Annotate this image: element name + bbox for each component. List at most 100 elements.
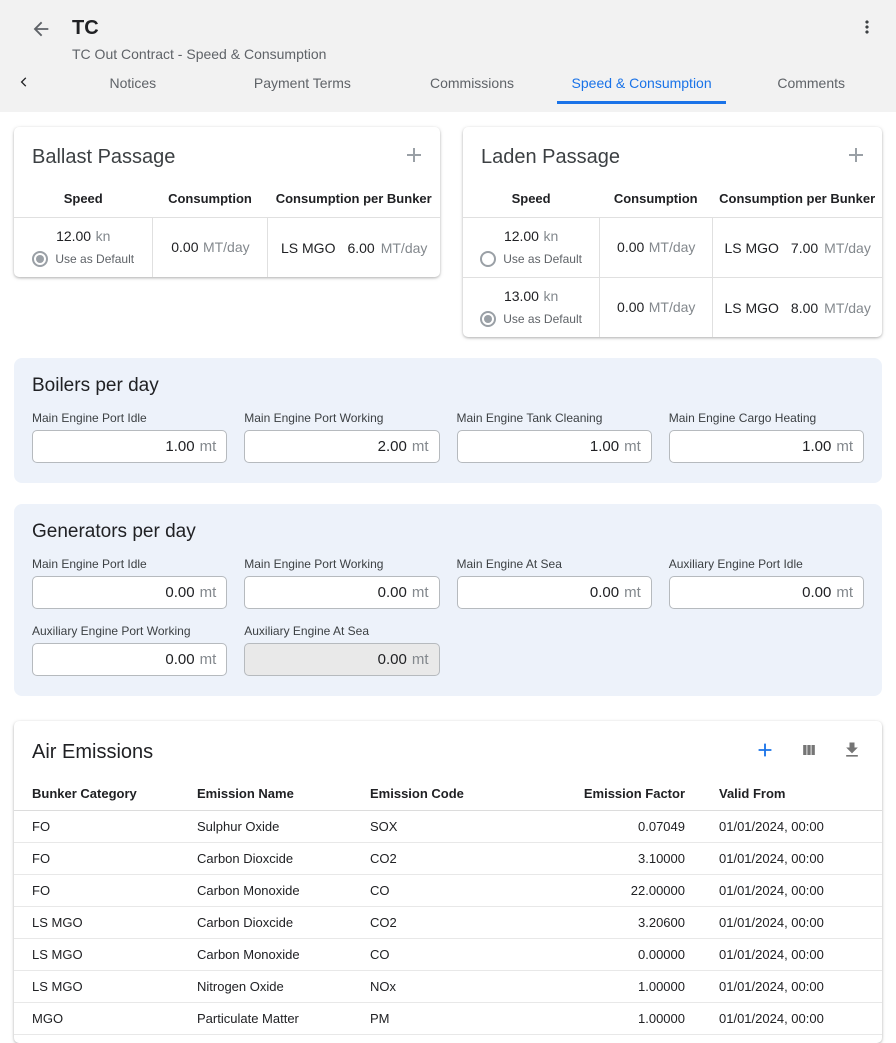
chevron-left-icon — [16, 73, 32, 96]
field-generators-auxiliary-engine-port-idle: Auxiliary Engine Port Idle 0.00 mt — [669, 557, 864, 609]
tab-comments[interactable]: Comments — [726, 64, 896, 104]
bunker-name: LS MGO — [724, 240, 778, 256]
boilers-per-day-section: Boilers per day Main Engine Port Idle 1.… — [14, 358, 882, 483]
add-emission-button[interactable] — [754, 739, 776, 766]
bunker-unit: MT/day — [824, 300, 871, 316]
field-unit: mt — [624, 438, 641, 455]
columns-view-button[interactable] — [799, 740, 819, 765]
tab-scroll-left-button[interactable] — [0, 64, 48, 104]
boilers-main-engine-port-working-input[interactable]: 2.00 mt — [244, 430, 439, 463]
ballast-passage-title: Ballast Passage — [32, 146, 175, 169]
column-header-emission-name: Emission Name — [197, 778, 370, 811]
radio-selected-icon[interactable] — [480, 311, 496, 327]
laden-bunker-cell: LS MGO 7.00 MT/day — [712, 218, 882, 277]
speed-value: 12.00 — [56, 228, 91, 244]
radio-unselected-icon[interactable] — [480, 251, 496, 267]
field-unit: mt — [412, 584, 429, 601]
download-button[interactable] — [842, 740, 862, 765]
field-value: 0.00 — [378, 651, 407, 668]
field-label: Auxiliary Engine At Sea — [244, 624, 439, 638]
boilers-main-engine-port-idle-input[interactable]: 1.00 mt — [32, 430, 227, 463]
emission-row[interactable]: LS MGO Carbon Dioxcide CO2 3.20600 01/01… — [14, 907, 882, 939]
field-label: Auxiliary Engine Port Idle — [669, 557, 864, 571]
emission-code-cell: CO — [370, 939, 550, 971]
use-as-default-label: Use as Default — [503, 252, 582, 266]
use-as-default-option[interactable]: Use as Default — [480, 251, 582, 267]
back-button[interactable] — [28, 18, 54, 44]
field-label: Main Engine Port Idle — [32, 411, 227, 425]
field-boilers-main-engine-port-idle: Main Engine Port Idle 1.00 mt — [32, 411, 227, 463]
generators-auxiliary-engine-port-idle-input[interactable]: 0.00 mt — [669, 576, 864, 609]
title-block: TC TC Out Contract - Speed & Consumption — [72, 16, 326, 62]
radio-selected-icon[interactable] — [32, 251, 48, 267]
laden-add-speed-button[interactable] — [844, 143, 868, 172]
column-header-bunker-category: Bunker Category — [14, 778, 197, 811]
emission-factor-cell: 22.00000 — [550, 875, 685, 907]
field-generators-auxiliary-engine-port-working: Auxiliary Engine Port Working 0.00 mt — [32, 624, 227, 676]
emission-row[interactable]: FO Carbon Dioxcide CO2 3.10000 01/01/202… — [14, 843, 882, 875]
ballast-table-header: Speed Consumption Consumption per Bunker — [14, 178, 440, 217]
emission-row[interactable]: FO Carbon Monoxide CO 22.00000 01/01/202… — [14, 875, 882, 907]
field-generators-main-engine-port-idle: Main Engine Port Idle 0.00 mt — [32, 557, 227, 609]
field-label: Main Engine Tank Cleaning — [457, 411, 652, 425]
use-as-default-label: Use as Default — [55, 252, 134, 266]
tab-payment-terms[interactable]: Payment Terms — [218, 64, 388, 104]
tab-speed-consumption[interactable]: Speed & Consumption — [557, 64, 727, 104]
valid-from-cell: 01/01/2024, 00:00 — [685, 811, 882, 843]
emission-row[interactable]: FO Sulphur Oxide SOX 0.07049 01/01/2024,… — [14, 811, 882, 843]
consumption-unit: MT/day — [649, 299, 696, 315]
ballast-add-speed-button[interactable] — [402, 143, 426, 172]
field-boilers-main-engine-cargo-heating: Main Engine Cargo Heating 1.00 mt — [669, 411, 864, 463]
emission-code-cell: CO2 — [370, 907, 550, 939]
laden-passage-card: Laden Passage Speed Consumption Consumpt… — [463, 127, 882, 337]
use-as-default-option[interactable]: Use as Default — [480, 311, 582, 327]
field-label: Main Engine Port Working — [244, 411, 439, 425]
field-label: Main Engine Cargo Heating — [669, 411, 864, 425]
tab-bar: Notices Payment Terms Commissions Speed … — [0, 64, 896, 104]
emission-name-cell: Particulate Matter — [197, 1003, 370, 1035]
boilers-main-engine-tank-cleaning-input[interactable]: 1.00 mt — [457, 430, 652, 463]
field-label: Main Engine Port Working — [244, 557, 439, 571]
air-emissions-title: Air Emissions — [32, 741, 153, 764]
page-content: Ballast Passage Speed Consumption Consum… — [0, 112, 896, 1043]
emission-factor-cell: 3.20600 — [550, 907, 685, 939]
boilers-main-engine-cargo-heating-input[interactable]: 1.00 mt — [669, 430, 864, 463]
emission-row[interactable]: MGO Particulate Matter PM 1.00000 01/01/… — [14, 1003, 882, 1035]
emission-row[interactable]: LS MGO Nitrogen Oxide NOx 1.00000 01/01/… — [14, 971, 882, 1003]
columns-icon — [799, 740, 819, 765]
bunker-name: LS MGO — [724, 300, 778, 316]
use-as-default-label: Use as Default — [503, 312, 582, 326]
column-header-consumption-per-bunker: Consumption per Bunker — [267, 191, 440, 206]
generators-auxiliary-engine-port-working-input[interactable]: 0.00 mt — [32, 643, 227, 676]
valid-from-cell: 01/01/2024, 00:00 — [685, 971, 882, 1003]
laden-speed-row: 13.00 kn Use as Default 0.00 MT/day LS M… — [463, 277, 882, 337]
generators-main-engine-port-working-input[interactable]: 0.00 mt — [244, 576, 439, 609]
laden-consumption-cell: 0.00 MT/day — [599, 218, 712, 277]
generators-main-engine-at-sea-input[interactable]: 0.00 mt — [457, 576, 652, 609]
field-value: 2.00 — [378, 438, 407, 455]
emission-row[interactable]: LS MGO Carbon Monoxide CO 0.00000 01/01/… — [14, 939, 882, 971]
emission-name-cell: Carbon Monoxide — [197, 875, 370, 907]
ballast-speed-cell: 12.00 kn Use as Default — [14, 218, 152, 277]
bunker-category-cell: LS MGO — [14, 939, 197, 971]
field-unit: mt — [412, 438, 429, 455]
bunker-category-cell: MGO — [14, 1003, 197, 1035]
page-subtitle: TC Out Contract - Speed & Consumption — [72, 46, 326, 62]
plus-icon — [402, 143, 426, 172]
laden-table-header: Speed Consumption Consumption per Bunker — [463, 178, 882, 217]
tab-notices[interactable]: Notices — [48, 64, 218, 104]
consumption-unit: MT/day — [649, 239, 696, 255]
generators-main-engine-port-idle-input[interactable]: 0.00 mt — [32, 576, 227, 609]
arrow-left-icon — [30, 18, 52, 45]
field-value: 1.00 — [802, 438, 831, 455]
bunker-category-cell: FO — [14, 875, 197, 907]
emission-code-cell: CO — [370, 875, 550, 907]
use-as-default-option[interactable]: Use as Default — [32, 251, 134, 267]
consumption-value: 0.00 — [617, 299, 644, 315]
speed-value: 13.00 — [504, 288, 539, 304]
field-unit: mt — [200, 651, 217, 668]
kebab-menu-button[interactable] — [854, 16, 880, 42]
tab-commissions[interactable]: Commissions — [387, 64, 557, 104]
air-emissions-card: Air Emissions — [14, 721, 882, 1043]
emission-name-cell: Carbon Dioxcide — [197, 907, 370, 939]
